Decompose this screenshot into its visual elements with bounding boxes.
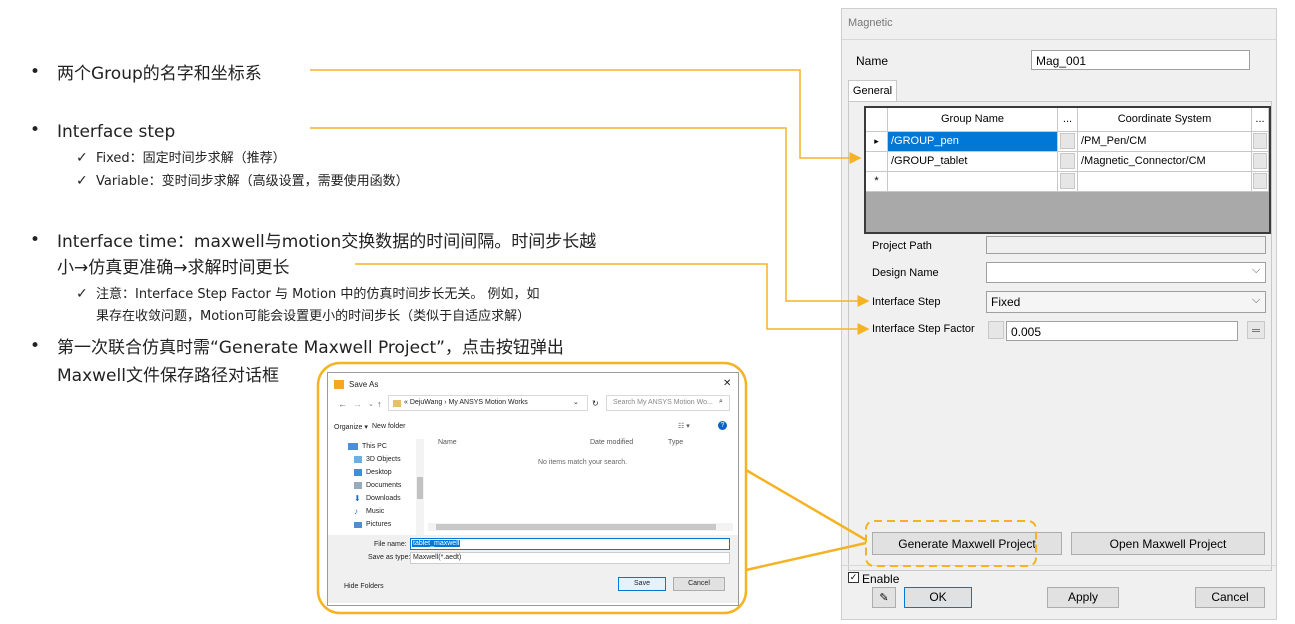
generate-button-highlight — [865, 520, 1037, 567]
save-as-highlight — [316, 361, 748, 615]
link-line-bottom — [745, 541, 867, 572]
connector-line-interface-step — [310, 127, 870, 307]
link-line-top — [745, 468, 867, 542]
connector-line-groups — [310, 69, 862, 164]
callout-overlay — [310, 69, 1037, 615]
connector-line-interface-factor — [355, 263, 870, 335]
